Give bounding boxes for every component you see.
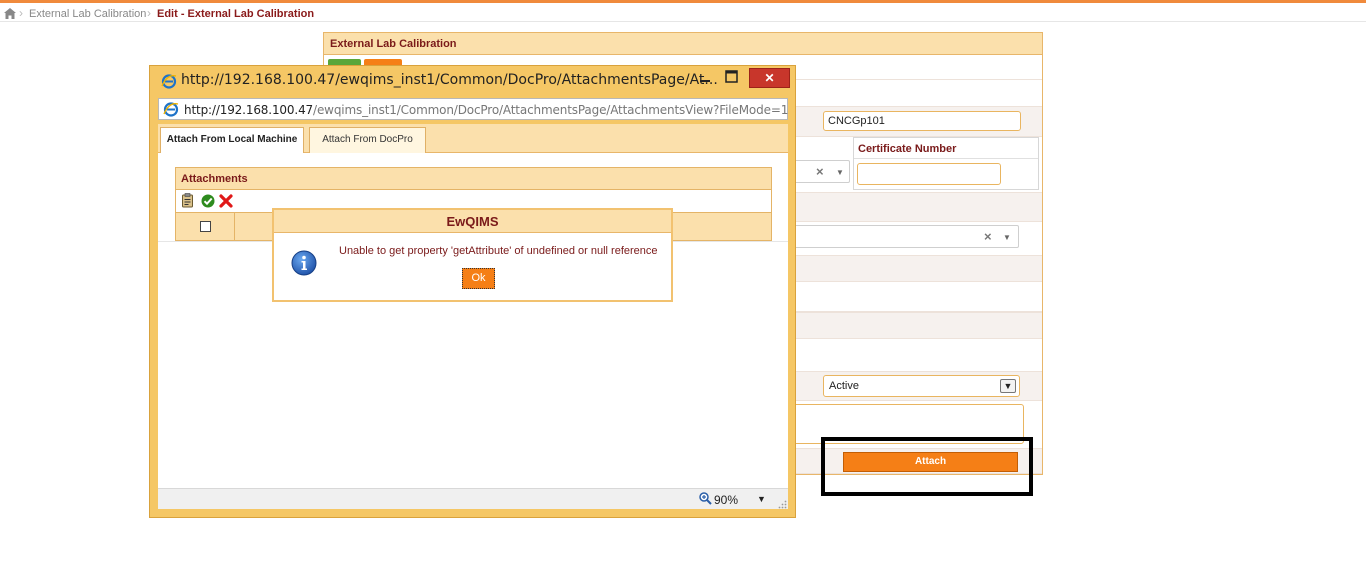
select-all-checkbox[interactable]: [200, 221, 211, 232]
delete-icon[interactable]: [219, 194, 233, 208]
instrument-select[interactable]: × ▼: [793, 225, 1019, 248]
breadcrumb: › External Lab Calibration › Edit - Exte…: [0, 3, 1366, 22]
breadcrumb-separator: ›: [19, 6, 23, 20]
breadcrumb-item-edit-external-lab-calibration: Edit - External Lab Calibration: [157, 8, 315, 20]
dialog-message: Unable to get property 'getAttribute' of…: [339, 245, 658, 257]
form-title: External Lab Calibration: [330, 38, 457, 50]
breadcrumb-separator: ›: [147, 6, 151, 20]
tab-bar: Attach From Local Machine Attach From Do…: [158, 124, 788, 153]
dialog-header: EwQIMS: [274, 210, 671, 233]
attach-clipboard-icon[interactable]: [181, 193, 195, 208]
chevron-down-icon[interactable]: ▼: [836, 168, 844, 177]
close-window-button[interactable]: ✕: [749, 68, 790, 88]
status-select[interactable]: Active ▼: [823, 375, 1020, 397]
breadcrumb-item-external-lab-calibration[interactable]: External Lab Calibration: [29, 8, 146, 20]
certificate-number-cell: Certificate Number: [853, 137, 1039, 190]
address-host: http://192.168.100.47: [184, 103, 314, 117]
zoom-icon[interactable]: [699, 492, 712, 505]
chevron-down-icon[interactable]: ▼: [757, 494, 766, 504]
certificate-number-input[interactable]: [857, 163, 1001, 185]
address-path: /ewqims_inst1/Common/DocPro/AttachmentsP…: [313, 103, 789, 117]
zoom-level[interactable]: 90%: [714, 493, 738, 507]
error-message-dialog: EwQIMS Unable to get property 'getAttrib…: [272, 208, 673, 302]
clear-icon[interactable]: ×: [816, 164, 824, 179]
maximize-icon[interactable]: [725, 70, 738, 83]
popup-page-content: Attach From Local Machine Attach From Do…: [158, 124, 788, 509]
chevron-down-icon[interactable]: ▼: [1000, 379, 1016, 393]
dialog-title: EwQIMS: [446, 214, 499, 229]
select-all-cell: [176, 213, 235, 240]
tab-attach-from-local-machine[interactable]: Attach From Local Machine: [160, 127, 304, 153]
chevron-down-icon[interactable]: ▼: [1003, 233, 1011, 242]
internet-explorer-icon: [163, 102, 179, 117]
divider: [854, 158, 1038, 159]
minimize-icon[interactable]: [698, 71, 712, 85]
popup-window-title: http://192.168.100.47/ewqims_inst1/Commo…: [181, 72, 718, 88]
internet-explorer-icon: [161, 74, 177, 89]
info-icon: [291, 250, 317, 276]
form-header: External Lab Calibration: [324, 33, 1042, 55]
clear-icon[interactable]: ×: [984, 229, 992, 244]
attach-button[interactable]: Attach: [843, 452, 1018, 472]
code-field[interactable]: CNCGp101: [823, 111, 1021, 131]
address-bar[interactable]: http://192.168.100.47/ewqims_inst1/Commo…: [158, 98, 788, 120]
status-bar: 90% ▼: [158, 488, 788, 509]
certificate-number-label: Certificate Number: [858, 143, 957, 155]
home-icon[interactable]: [4, 8, 16, 19]
attachments-panel-title: Attachments: [181, 173, 248, 185]
resize-grip-icon[interactable]: [778, 500, 787, 509]
address-url: http://192.168.100.47/ewqims_inst1/Commo…: [184, 103, 788, 117]
tab-attach-from-docpro[interactable]: Attach From DocPro: [309, 127, 426, 153]
lab-select[interactable]: × ▼: [793, 160, 850, 183]
ok-button[interactable]: Ok: [462, 268, 495, 289]
status-value: Active: [829, 380, 859, 392]
attachments-panel-header: Attachments: [176, 168, 771, 190]
checkmark-icon[interactable]: [201, 194, 215, 208]
